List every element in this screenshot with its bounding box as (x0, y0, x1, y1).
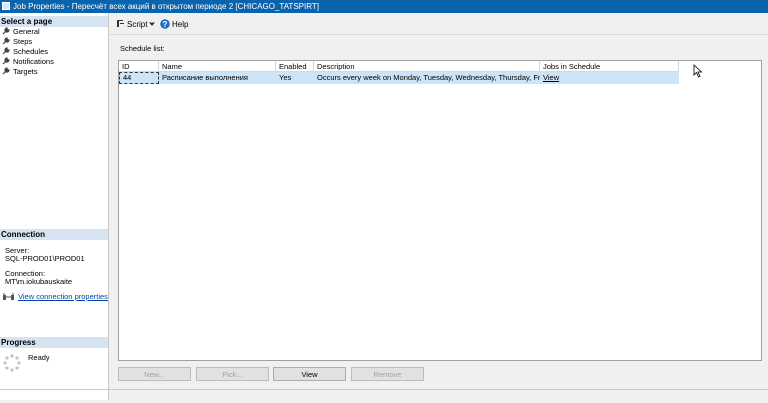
new-button[interactable]: New... (118, 367, 191, 381)
cell-enabled[interactable]: Yes (276, 72, 314, 84)
window-title: Job Properties - Пересчёт всех акций в о… (13, 2, 319, 11)
jobs-view-link[interactable]: View (543, 73, 559, 82)
cell-jobs-in-schedule[interactable]: View (540, 72, 679, 84)
help-label: Help (172, 20, 189, 29)
window-title-bar: Job Properties - Пересчёт всех акций в о… (0, 0, 768, 13)
cell-id[interactable]: 44 (119, 72, 159, 84)
schedule-list-label: Schedule list: (120, 44, 165, 53)
script-icon (117, 20, 124, 27)
help-button[interactable]: ? Help (160, 16, 188, 33)
cell-description[interactable]: Occurs every week on Monday, Tuesday, We… (314, 72, 540, 84)
progress-spinner-icon (3, 354, 21, 372)
wrench-icon (2, 37, 10, 45)
server-value: SQL-PROD01\PROD01 (5, 254, 85, 263)
column-header-description[interactable]: Description (314, 61, 540, 72)
left-pane: Select a page General Steps Schedules No… (0, 13, 109, 400)
page-item-label: Notifications (13, 57, 54, 66)
connection-icon (3, 293, 14, 300)
column-header-name[interactable]: Name (159, 61, 276, 72)
select-page-header: Select a page (0, 16, 108, 27)
toolbar-divider (110, 34, 768, 35)
bottom-divider (0, 389, 768, 390)
wrench-icon (2, 57, 10, 65)
wrench-icon (2, 67, 10, 75)
wrench-icon (2, 27, 10, 35)
progress-status: Ready (28, 353, 50, 362)
cell-name[interactable]: Расписание выполнения (159, 72, 276, 84)
page-item-label: Targets (13, 67, 38, 76)
script-dropdown[interactable] (149, 16, 155, 33)
help-icon: ? (160, 19, 170, 29)
column-header-enabled[interactable]: Enabled (276, 61, 314, 72)
connection-header: Connection (0, 229, 108, 240)
column-header-id[interactable]: ID (119, 61, 159, 72)
page-item-label: General (13, 27, 40, 36)
remove-button[interactable]: Remove (351, 367, 424, 381)
page-item-label: Steps (13, 37, 33, 46)
wrench-icon (2, 47, 10, 55)
view-button[interactable]: View (273, 367, 346, 381)
progress-header: Progress (0, 337, 108, 348)
schedule-grid[interactable]: ID Name Enabled Description Jobs in Sche… (118, 60, 762, 361)
pick-button[interactable]: Pick... (196, 367, 269, 381)
page-item-general[interactable]: General (2, 27, 40, 37)
svg-text:?: ? (163, 20, 168, 29)
page-item-targets[interactable]: Targets (2, 67, 38, 77)
app-icon (2, 2, 10, 10)
script-button[interactable]: Script (116, 16, 147, 33)
script-label: Script (127, 20, 148, 29)
page-item-steps[interactable]: Steps (2, 37, 32, 47)
column-header-jobs-in-schedule[interactable]: Jobs in Schedule (540, 61, 679, 72)
toolbar: Script ? Help (110, 16, 768, 33)
chevron-down-icon (149, 22, 155, 26)
page-item-label: Schedules (13, 47, 49, 56)
connection-value: MT\m.iokubauskaite (5, 277, 73, 286)
page-item-schedules[interactable]: Schedules (2, 47, 48, 57)
view-connection-properties-link[interactable]: View connection properties (18, 292, 108, 301)
mouse-cursor-icon (693, 64, 703, 78)
page-item-notifications[interactable]: Notifications (2, 57, 54, 67)
